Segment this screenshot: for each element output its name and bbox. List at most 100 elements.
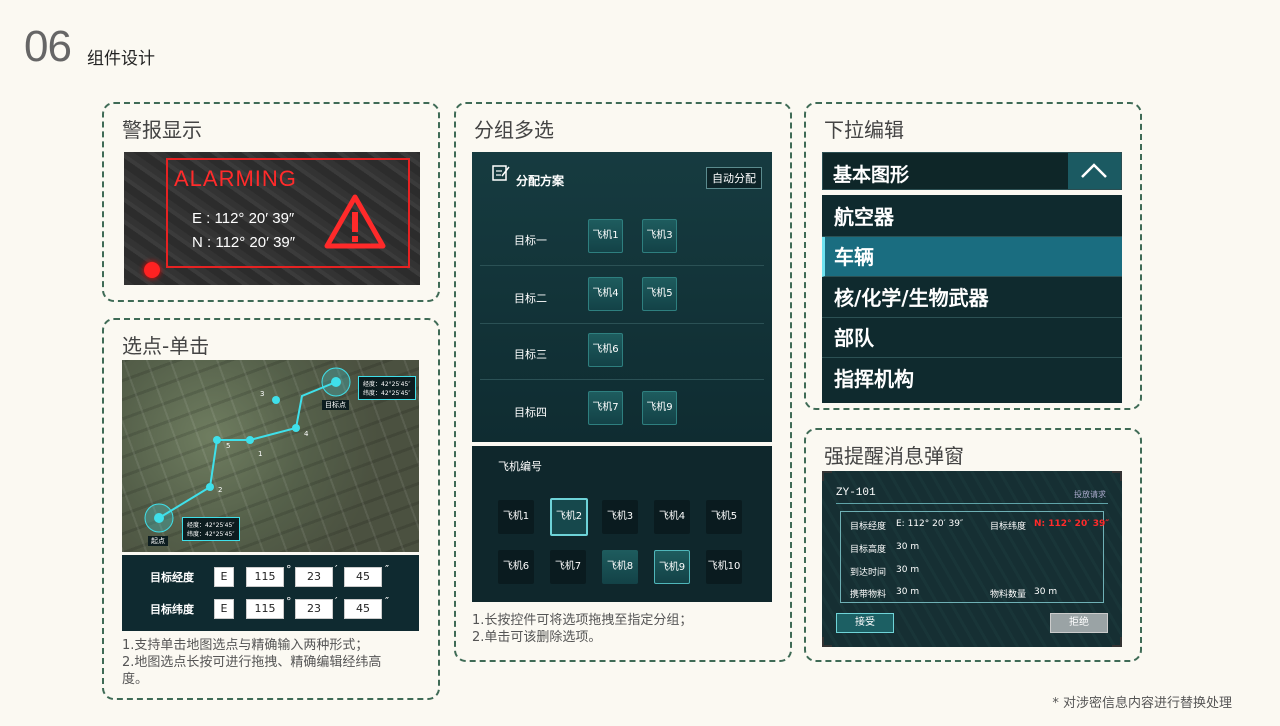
group-label: 目标四 — [514, 406, 547, 419]
lon-dir-field[interactable]: E — [214, 567, 234, 587]
reject-button[interactable]: 拒绝 — [1050, 613, 1108, 633]
note-line: 1.支持单击地图选点与精确输入两种形式； — [122, 638, 369, 653]
modal-divider — [836, 503, 1108, 504]
field-label: 目标纬度 — [990, 522, 1027, 532]
corner-decoration — [1112, 637, 1122, 647]
group-label: 目标二 — [514, 292, 547, 305]
lon-sec-field[interactable]: 45 — [344, 567, 382, 587]
lat-label: 目标纬度 — [150, 603, 194, 616]
pool-plane-button[interactable]: 飞机6 — [498, 550, 534, 584]
plane-chip[interactable]: 飞机6 — [588, 333, 623, 367]
start-lon-label: 经度：42°25′45″ — [187, 522, 235, 529]
alarm-coord-n: N : 112° 20′ 39″ — [192, 234, 296, 251]
dropdown-selected-value: 基本图形 — [833, 164, 910, 186]
pool-plane-button[interactable]: 飞机10 — [706, 550, 742, 584]
chevron-up-icon — [1081, 163, 1107, 178]
card-title: 分组多选 — [474, 118, 554, 142]
dropdown-list: 航空器 车辆 核/化学/生物武器 部队 指挥机构 — [822, 195, 1122, 403]
edit-icon — [492, 165, 510, 181]
accept-button[interactable]: 接受 — [836, 613, 894, 633]
alarm-indicator-icon — [144, 262, 160, 278]
modal-subtitle: 投放请求 — [1074, 490, 1106, 499]
target-lon-label: 经度：42°25′45″ — [363, 381, 411, 388]
auto-assign-button[interactable]: 自动分配 — [706, 167, 762, 189]
pool-plane-button[interactable]: 飞机9 — [654, 550, 690, 584]
lon-input-row: 目标经度 E 115 ° 23 ′ 45 ″ — [122, 563, 419, 591]
start-lat-label: 纬度：42°25′45″ — [187, 531, 235, 538]
lat-sec-field[interactable]: 45 — [344, 599, 382, 619]
group-row[interactable]: 目标四 飞机7 飞机9 — [480, 380, 764, 438]
target-lat-label: 纬度：42°25′45″ — [363, 390, 411, 397]
lat-deg-field[interactable]: 115 — [246, 599, 284, 619]
field-label: 到达时间 — [850, 568, 887, 578]
card-title: 下拉编辑 — [824, 118, 904, 142]
corner-decoration — [1112, 471, 1122, 481]
alarm-coord-e: E : 112° 20′ 39″ — [192, 210, 295, 227]
plane-chip[interactable]: 飞机5 — [642, 277, 677, 311]
waypoint-label: 3 — [260, 390, 265, 398]
group-row[interactable]: 目标三 飞机6 — [480, 322, 764, 380]
alert-modal: ZY-101 投放请求 目标经度 E: 112° 20′ 39″ 目标纬度 N:… — [822, 471, 1122, 647]
group-label: 目标一 — [514, 234, 547, 247]
pool-plane-button[interactable]: 飞机3 — [602, 500, 638, 534]
dropdown-option[interactable]: 核/化学/生物武器 — [822, 278, 1122, 318]
section-number: 06 — [24, 22, 72, 71]
field-value: E: 112° 20′ 39″ — [896, 519, 964, 529]
note-line: 度。 — [122, 672, 149, 687]
dropdown-option[interactable]: 航空器 — [822, 197, 1122, 237]
deg-unit: ° — [286, 595, 292, 608]
waypoint-label: 4 — [304, 430, 309, 438]
dropdown-option[interactable]: 指挥机构 — [822, 359, 1122, 399]
group-row[interactable]: 目标一 飞机1 飞机3 — [480, 208, 764, 266]
start-point-label: 起点 — [148, 536, 168, 546]
pool-plane-button[interactable]: 飞机5 — [706, 500, 742, 534]
section-title: 组件设计 — [87, 49, 155, 69]
field-value: 30 m — [896, 565, 920, 575]
deg-unit: ° — [286, 563, 292, 576]
panel-title: 分配方案 — [516, 174, 565, 188]
field-value: 30 m — [1034, 587, 1058, 597]
group-row[interactable]: 目标二 飞机4 飞机5 — [480, 266, 764, 324]
pool-plane-button[interactable]: 飞机8 — [602, 550, 638, 584]
lon-min-field[interactable]: 23 — [295, 567, 333, 587]
field-value: 30 m — [896, 542, 920, 552]
lat-dir-field[interactable]: E — [214, 599, 234, 619]
lon-deg-field[interactable]: 115 — [246, 567, 284, 587]
corner-decoration — [822, 637, 832, 647]
target-point-label: 目标点 — [322, 400, 349, 410]
waypoint-label: 1 — [258, 450, 263, 458]
dropdown-select[interactable]: 基本图形 — [822, 152, 1122, 190]
plane-chip[interactable]: 飞机1 — [588, 219, 623, 253]
assignment-panel: 分配方案 自动分配 目标一 飞机1 飞机3 目标二 飞机4 飞机5 目标三 飞机… — [472, 152, 772, 442]
plane-pool-panel: 飞机编号 飞机1 飞机2 飞机3 飞机4 飞机5 飞机6 飞机7 飞机8 飞机9… — [472, 446, 772, 602]
min-unit: ′ — [335, 595, 338, 608]
map-view[interactable]: 经度：42°25′45″ 纬度：42°25′45″ 起点 经度：42°25′45… — [122, 360, 419, 552]
pool-plane-button[interactable]: 飞机4 — [654, 500, 690, 534]
lat-min-field[interactable]: 23 — [295, 599, 333, 619]
alarm-panel: ALARMING E : 112° 20′ 39″ N : 112° 20′ 3… — [124, 152, 420, 285]
dropdown-option-active[interactable]: 车辆 — [822, 237, 1122, 277]
lon-label: 目标经度 — [150, 571, 194, 584]
waypoint-label: 2 — [218, 486, 223, 494]
note-line: 2.地图选点长按可进行拖拽、精确编辑经纬高 — [122, 655, 382, 670]
dropdown-toggle-button[interactable] — [1068, 153, 1121, 189]
corner-decoration — [822, 471, 832, 481]
pool-plane-button[interactable]: 飞机1 — [498, 500, 534, 534]
warning-icon — [324, 194, 386, 249]
note-line: 1.长按控件可将选项拖拽至指定分组； — [472, 613, 693, 628]
plane-chip[interactable]: 飞机7 — [588, 391, 623, 425]
plane-chip[interactable]: 飞机9 — [642, 391, 677, 425]
alarm-text: ALARMING — [174, 166, 297, 191]
sec-unit: ″ — [385, 595, 390, 608]
plane-chip[interactable]: 飞机4 — [588, 277, 623, 311]
field-label: 物料数量 — [990, 590, 1027, 600]
lat-input-row: 目标纬度 E 115 ° 23 ′ 45 ″ — [122, 595, 419, 623]
pool-plane-button[interactable]: 飞机2 — [550, 498, 588, 536]
field-value-alert: N: 112° 20′ 39″ — [1034, 519, 1110, 529]
dropdown-option[interactable]: 部队 — [822, 318, 1122, 358]
field-value: 30 m — [896, 587, 920, 597]
field-label: 携带物料 — [850, 590, 887, 600]
pool-plane-button[interactable]: 飞机7 — [550, 550, 586, 584]
group-notes: 1.长按控件可将选项拖拽至指定分组； 2.单击可该删除选项。 — [472, 612, 782, 646]
plane-chip[interactable]: 飞机3 — [642, 219, 677, 253]
